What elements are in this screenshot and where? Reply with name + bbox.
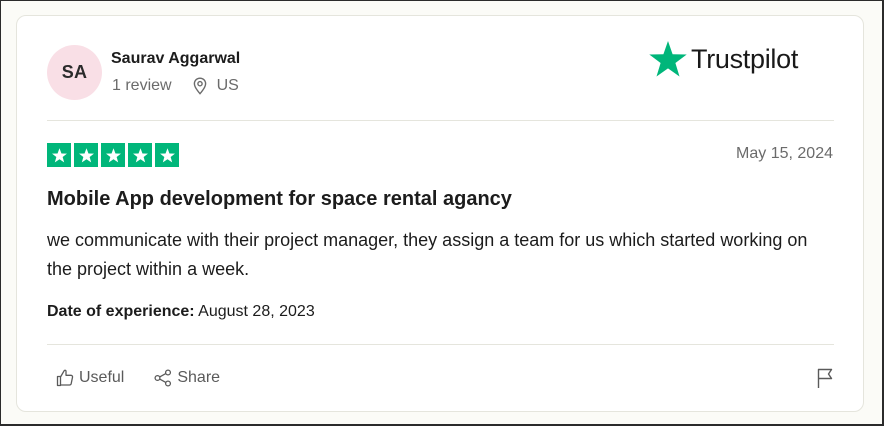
share-icon [154,369,172,387]
report-button[interactable] [815,367,835,394]
avatar-initials: SA [61,62,88,82]
star-rating [47,143,182,167]
flag-icon [817,368,833,388]
star-icon [128,143,152,167]
review-date: May 15, 2024 [736,145,833,162]
review-card: SA Saurav Aggarwal 1 review US Trustpilo… [16,15,864,412]
footer-divider [47,344,834,345]
useful-button[interactable]: Useful [55,368,124,388]
location-pin-icon [193,77,206,95]
star-icon [74,143,98,167]
star-icon [155,143,179,167]
thumbs-up-icon [56,369,74,387]
review-count: 1 review [112,77,172,94]
experience-date: August 28, 2023 [198,303,315,320]
date-of-experience: Date of experience: August 28, 2023 [47,303,315,321]
brand-name: Trustpilot [691,44,799,74]
trustpilot-star-icon [649,41,687,77]
review-actions: Useful Share [55,368,249,388]
useful-label: Useful [79,369,125,386]
share-button[interactable]: Share [153,368,220,388]
review-body: we communicate with their project manage… [47,230,808,279]
share-label: Share [177,369,221,386]
avatar[interactable]: SA [47,45,102,100]
reviewer-name[interactable]: Saurav Aggarwal [111,50,240,68]
trustpilot-logo[interactable]: Trustpilot [648,40,798,79]
header-divider [47,120,834,121]
star-icon [47,143,71,167]
location-text: US [216,77,239,94]
review-title[interactable]: Mobile App development for space rental … [47,188,512,211]
star-icon [101,143,125,167]
reviewer-meta: 1 review US [112,77,239,95]
reviewer-location: US [192,77,239,95]
experience-label: Date of experience: [47,303,195,320]
